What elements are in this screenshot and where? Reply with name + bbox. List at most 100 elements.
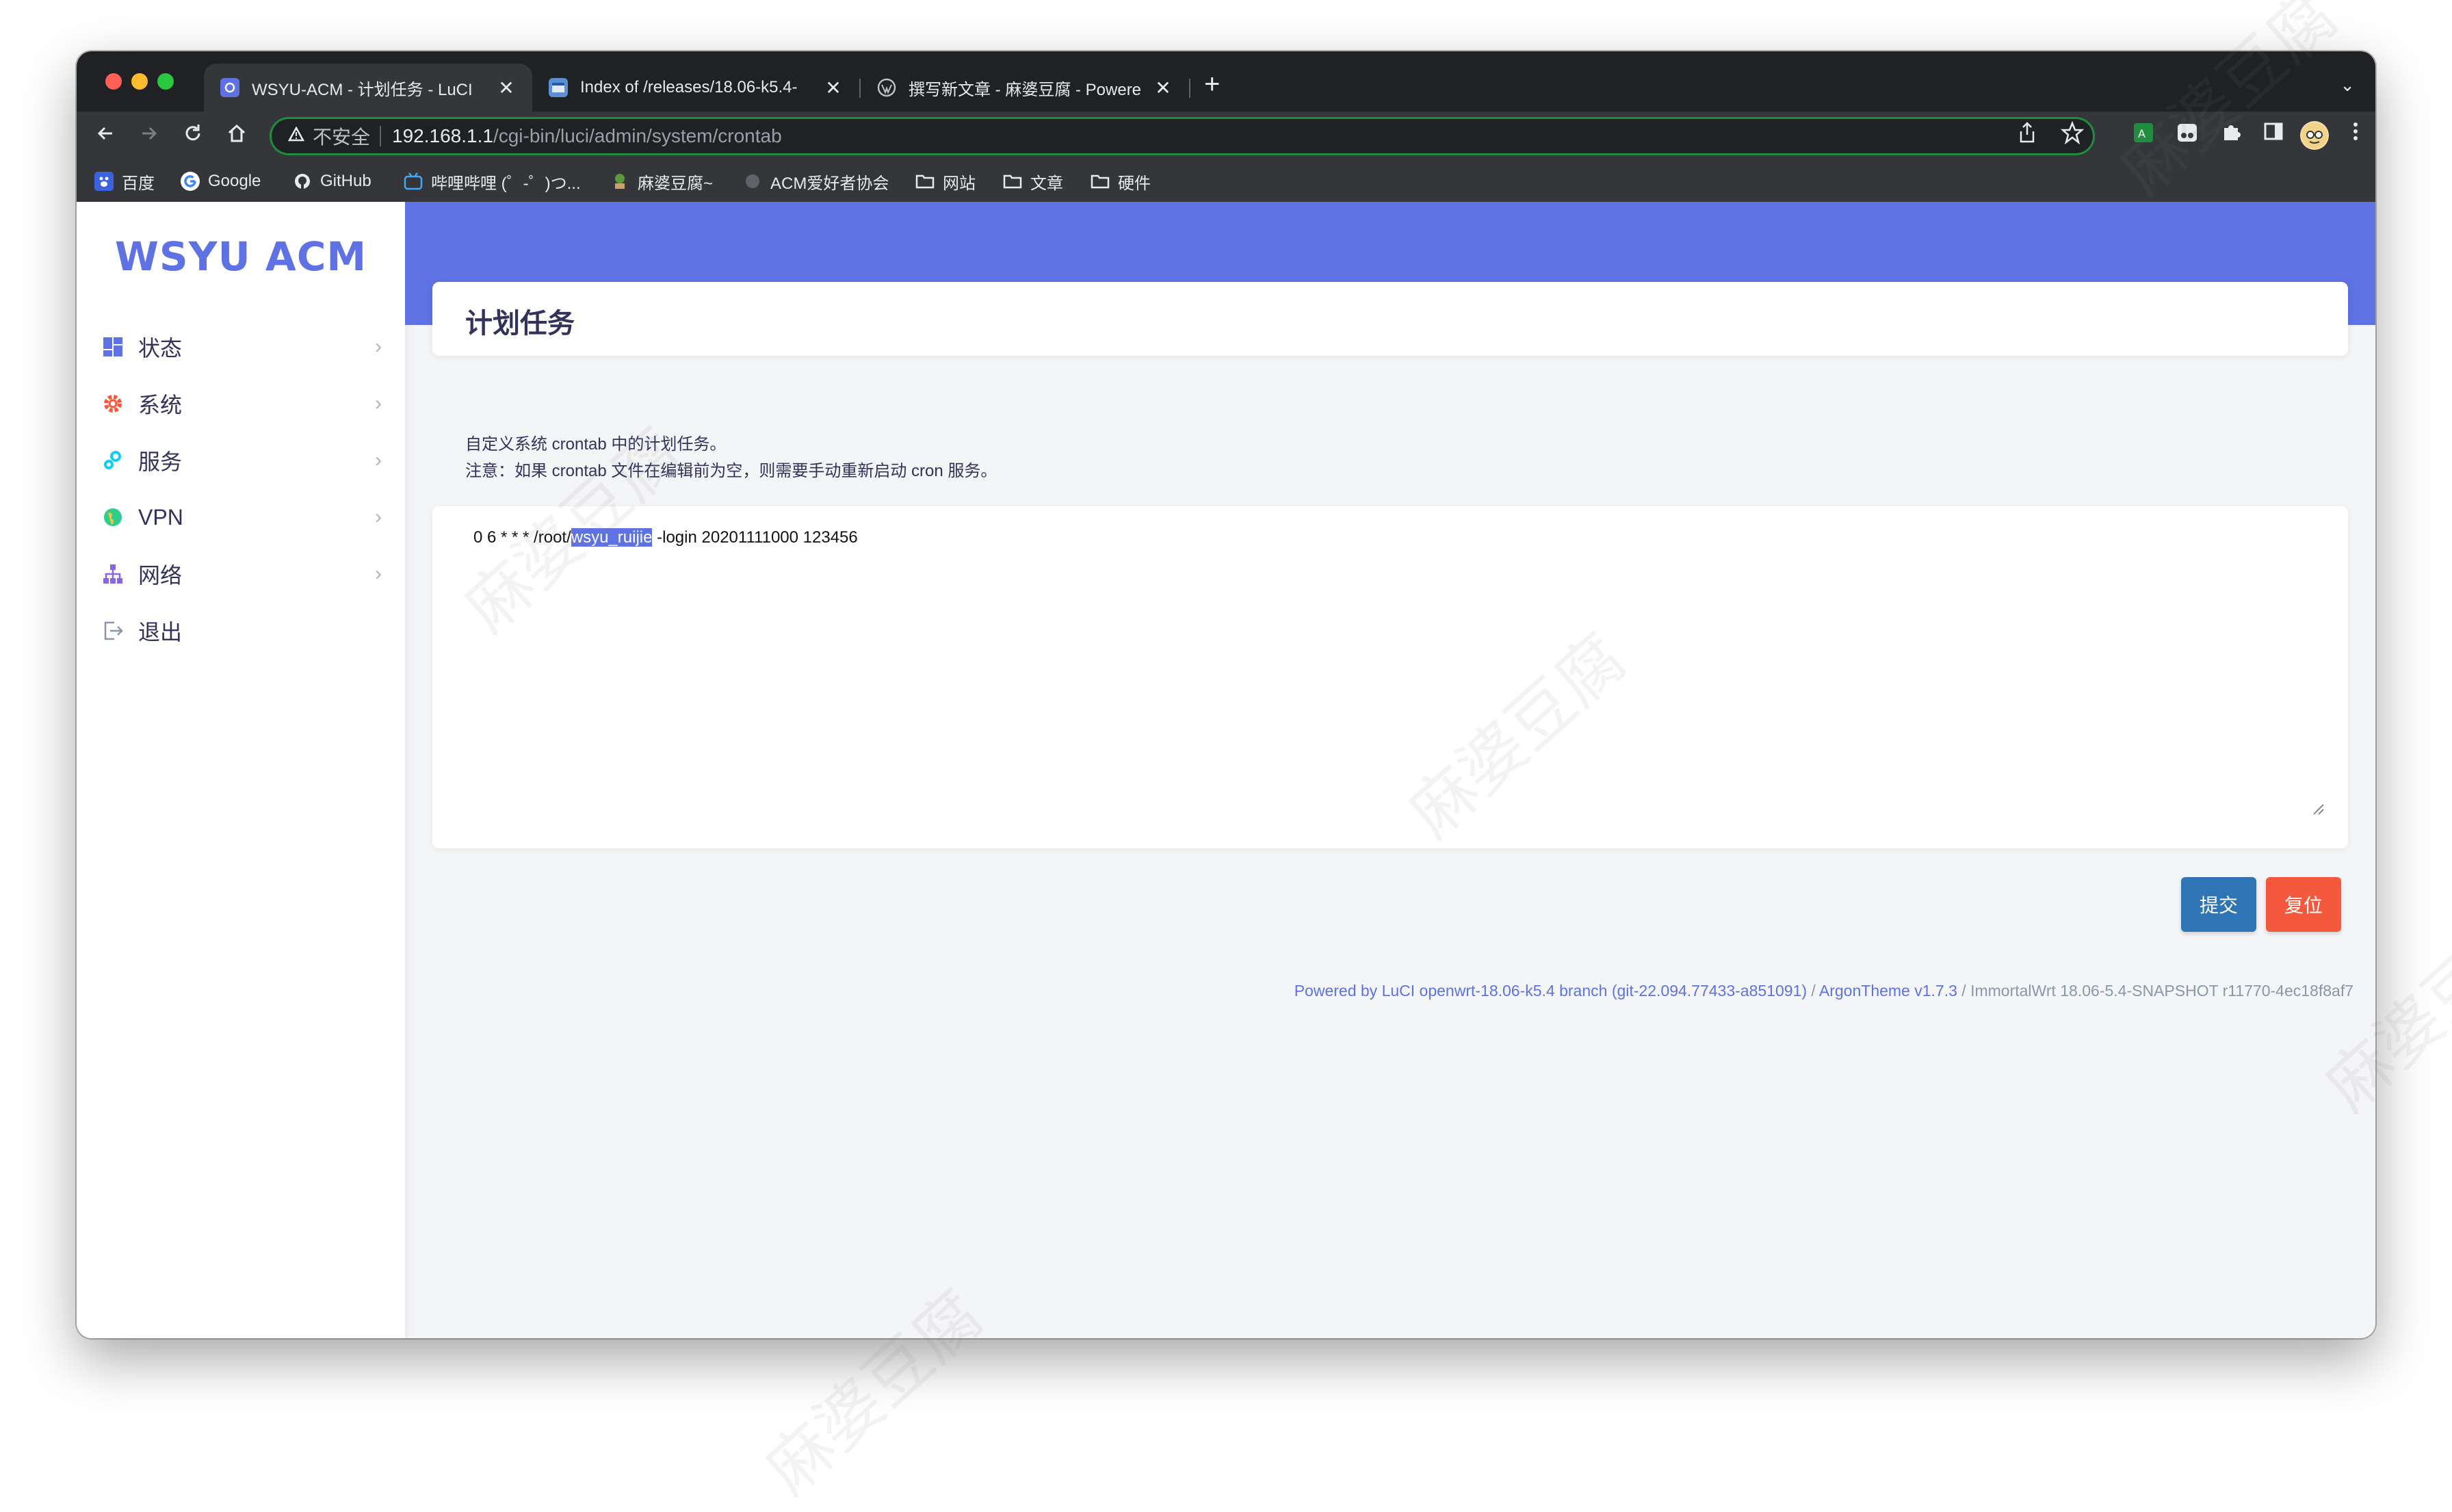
bookmark-label: 哔哩哔哩 (゜-゜)つ... xyxy=(431,174,581,193)
brand-logo[interactable]: WSYU ACM xyxy=(77,233,405,280)
home-icon[interactable] xyxy=(220,120,253,153)
url-path: /cgi-bin/luci/admin/system/crontab xyxy=(493,125,782,146)
menu-item-network[interactable]: 网络 › xyxy=(101,553,382,595)
menu-item-label: VPN xyxy=(138,504,183,530)
crontab-selection: wsyu_ruijie xyxy=(571,528,653,547)
address-bar[interactable]: 不安全 192.168.1.1/cgi-bin/luci/admin/syste… xyxy=(270,117,2095,155)
submit-button[interactable]: 提交 xyxy=(2181,877,2256,932)
crontab-text: -login 20201111000 123456 xyxy=(652,528,858,547)
bookmark-baidu[interactable]: 百度 xyxy=(94,169,155,194)
side-panel-icon[interactable] xyxy=(2259,121,2288,150)
bookmark-label: 百度 xyxy=(122,174,155,193)
bookmark-folder-websites[interactable]: 网站 xyxy=(915,169,976,194)
tab-title: 撰写新文章 - 麻婆豆腐 - Powere xyxy=(909,80,1142,99)
menu-item-system[interactable]: 系统 › xyxy=(101,383,382,424)
tab-search-button[interactable]: ⌄ xyxy=(2340,75,2355,96)
menu-item-vpn[interactable]: VPN › xyxy=(101,497,382,538)
menu-item-label: 退出 xyxy=(138,620,183,644)
page-title-card: 计划任务 xyxy=(432,282,2348,356)
svg-text:A: A xyxy=(2138,127,2146,140)
bookmark-bilibili[interactable]: 哔哩哔哩 (゜-゜)つ... xyxy=(404,169,581,194)
new-tab-button[interactable]: + xyxy=(1204,70,1220,98)
tab-new-article[interactable]: 撰写新文章 - 麻婆豆腐 - Powere ✕ xyxy=(861,64,1189,112)
wordpress-icon xyxy=(877,78,896,97)
folder-icon xyxy=(1091,172,1110,191)
menu-item-label: 状态 xyxy=(138,336,183,361)
description-line: 自定义系统 crontab 中的计划任务。 xyxy=(465,435,727,454)
bookmark-github[interactable]: GitHub xyxy=(293,169,371,194)
bookmark-star-icon[interactable] xyxy=(2060,120,2085,150)
minimize-window-button[interactable] xyxy=(131,73,148,90)
bookmark-acm[interactable]: ACM爱好者协会 xyxy=(743,169,889,194)
forward-icon[interactable] xyxy=(133,120,166,153)
sidebar: WSYU ACM 状态 › 系统 › 服务 › VPN › 网络 › 退出 xyxy=(77,202,405,1338)
incognito-extension-icon[interactable] xyxy=(2173,121,2202,150)
firmware-version: ImmortalWrt 18.06-5.4-SNAPSHOT r11770-4e… xyxy=(1970,982,2353,1000)
reset-button[interactable]: 复位 xyxy=(2266,877,2341,932)
browser-menu-icon[interactable] xyxy=(2341,121,2370,150)
maximize-window-button[interactable] xyxy=(157,73,174,90)
crontab-textarea[interactable]: 0 6 * * * /root/wsyu_ruijie -login 20201… xyxy=(473,528,858,547)
chevron-right-icon: › xyxy=(375,335,382,358)
argon-theme-link[interactable]: ArgonTheme v1.7.3 xyxy=(1819,982,1957,1000)
bookmark-folder-articles[interactable]: 文章 xyxy=(1003,169,1063,194)
close-tab-icon[interactable]: ✕ xyxy=(824,77,843,99)
crontab-text: 0 6 * * * /root/ xyxy=(473,528,571,547)
vpn-globe-icon xyxy=(101,506,125,529)
not-secure-label[interactable]: 不安全 xyxy=(313,122,370,150)
tab-luci-crontab[interactable]: WSYU-ACM - 计划任务 - LuCI ✕ xyxy=(204,64,532,112)
luci-page: WSYU ACM 状态 › 系统 › 服务 › VPN › 网络 › 退出 计划… xyxy=(77,202,2375,1338)
chevron-right-icon: › xyxy=(375,449,382,471)
profile-avatar[interactable] xyxy=(2300,121,2329,150)
bookmark-label: 网站 xyxy=(943,174,976,193)
menu-item-logout[interactable]: 退出 xyxy=(101,610,382,651)
bookmark-label: GitHub xyxy=(320,172,371,190)
close-window-button[interactable] xyxy=(105,73,122,90)
resize-handle-icon[interactable] xyxy=(2312,803,2325,820)
bookmark-google[interactable]: Google xyxy=(181,169,261,194)
chevron-right-icon: › xyxy=(375,506,382,528)
network-icon xyxy=(101,562,125,586)
site-icon xyxy=(610,172,629,191)
tab-title: WSYU-ACM - 计划任务 - LuCI xyxy=(252,80,473,99)
bookmark-label: Google xyxy=(208,172,261,190)
crontab-editor[interactable]: 0 6 * * * /root/wsyu_ruijie -login 20201… xyxy=(432,506,2348,848)
menu-item-label: 服务 xyxy=(138,449,183,474)
luci-link[interactable]: Powered by LuCI openwrt-18.06-k5.4 branc… xyxy=(1294,982,1807,1000)
services-icon xyxy=(101,449,125,472)
browser-toolbar: 不安全 192.168.1.1/cgi-bin/luci/admin/syste… xyxy=(77,112,2375,161)
bookmark-label: 麻婆豆腐~ xyxy=(638,174,714,193)
translate-extension-icon[interactable]: A xyxy=(2129,121,2158,150)
menu-item-status[interactable]: 状态 › xyxy=(101,326,382,367)
extensions-puzzle-icon[interactable] xyxy=(2217,121,2245,150)
menu-item-services[interactable]: 服务 › xyxy=(101,440,382,481)
google-icon xyxy=(181,172,200,191)
footer: Powered by LuCI openwrt-18.06-k5.4 branc… xyxy=(1294,982,2353,1000)
bilibili-icon xyxy=(404,172,423,191)
bookmark-label: 硬件 xyxy=(1118,174,1151,193)
tab-releases-index[interactable]: Index of /releases/18.06-k5.4- ✕ xyxy=(532,64,859,112)
browser-window: WSYU-ACM - 计划任务 - LuCI ✕ Index of /relea… xyxy=(77,51,2375,1338)
reload-icon[interactable] xyxy=(177,120,209,153)
warning-icon xyxy=(287,125,305,146)
baidu-icon xyxy=(94,172,114,191)
tab-title: Index of /releases/18.06-k5.4- xyxy=(580,78,798,96)
bookmark-folder-hardware[interactable]: 硬件 xyxy=(1091,169,1151,194)
globe-icon xyxy=(743,172,762,191)
page-favicon-icon xyxy=(549,78,568,97)
close-tab-icon[interactable]: ✕ xyxy=(497,77,516,99)
bookmark-label: ACM爱好者协会 xyxy=(770,174,889,193)
chevron-right-icon: › xyxy=(375,562,382,585)
description-note: 注意：如果 crontab 文件在编辑前为空，则需要手动重新启动 cron 服务… xyxy=(465,462,997,480)
url-host: 192.168.1.1 xyxy=(392,125,493,146)
bookmark-mapo[interactable]: 麻婆豆腐~ xyxy=(610,169,713,194)
footer-separator: / xyxy=(1957,982,1971,1000)
back-icon[interactable] xyxy=(89,120,122,153)
close-tab-icon[interactable]: ✕ xyxy=(1153,77,1173,99)
share-icon[interactable] xyxy=(2017,121,2037,150)
menu-item-label: 网络 xyxy=(138,563,183,588)
folder-icon xyxy=(915,172,935,191)
logout-icon xyxy=(101,619,125,642)
footer-separator: / xyxy=(1806,982,1819,1000)
dashboard-icon xyxy=(101,335,125,359)
